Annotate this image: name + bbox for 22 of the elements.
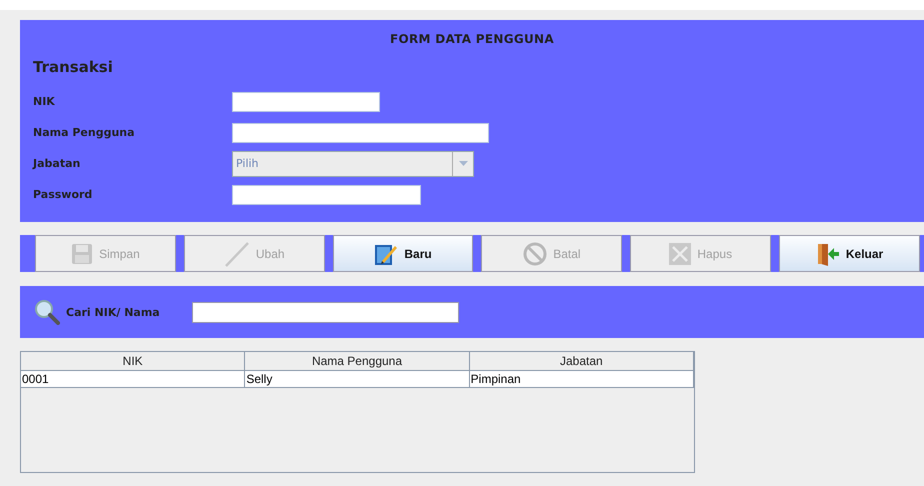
prohibited-icon [523, 242, 548, 266]
field-label: Password [33, 188, 94, 201]
table-cell: 0001 [21, 371, 246, 388]
input-field[interactable] [232, 92, 380, 112]
field-label: Nama Pengguna [33, 126, 136, 139]
section-heading: Transaksi [33, 58, 114, 76]
search-field[interactable] [192, 302, 459, 322]
input-field[interactable] [232, 184, 421, 204]
pen-icon [224, 240, 250, 266]
search-label: Cari NIK/ Nama [66, 306, 160, 318]
cross-icon [669, 242, 692, 264]
door-exit-icon [816, 242, 840, 266]
search-icon [34, 299, 60, 325]
form-title: FORM DATA PENGGUNA [388, 32, 555, 46]
input-field[interactable] [232, 122, 489, 142]
table-cell: Selly [245, 371, 470, 388]
toolbar-button[interactable]: Baru [332, 235, 474, 272]
field-label: Jabatan [33, 157, 82, 170]
table-cell: Pimpinan [470, 371, 694, 388]
caret-icon [458, 161, 468, 166]
field-label: NIK [33, 95, 56, 108]
toolbar-button[interactable]: Keluar [779, 235, 920, 272]
